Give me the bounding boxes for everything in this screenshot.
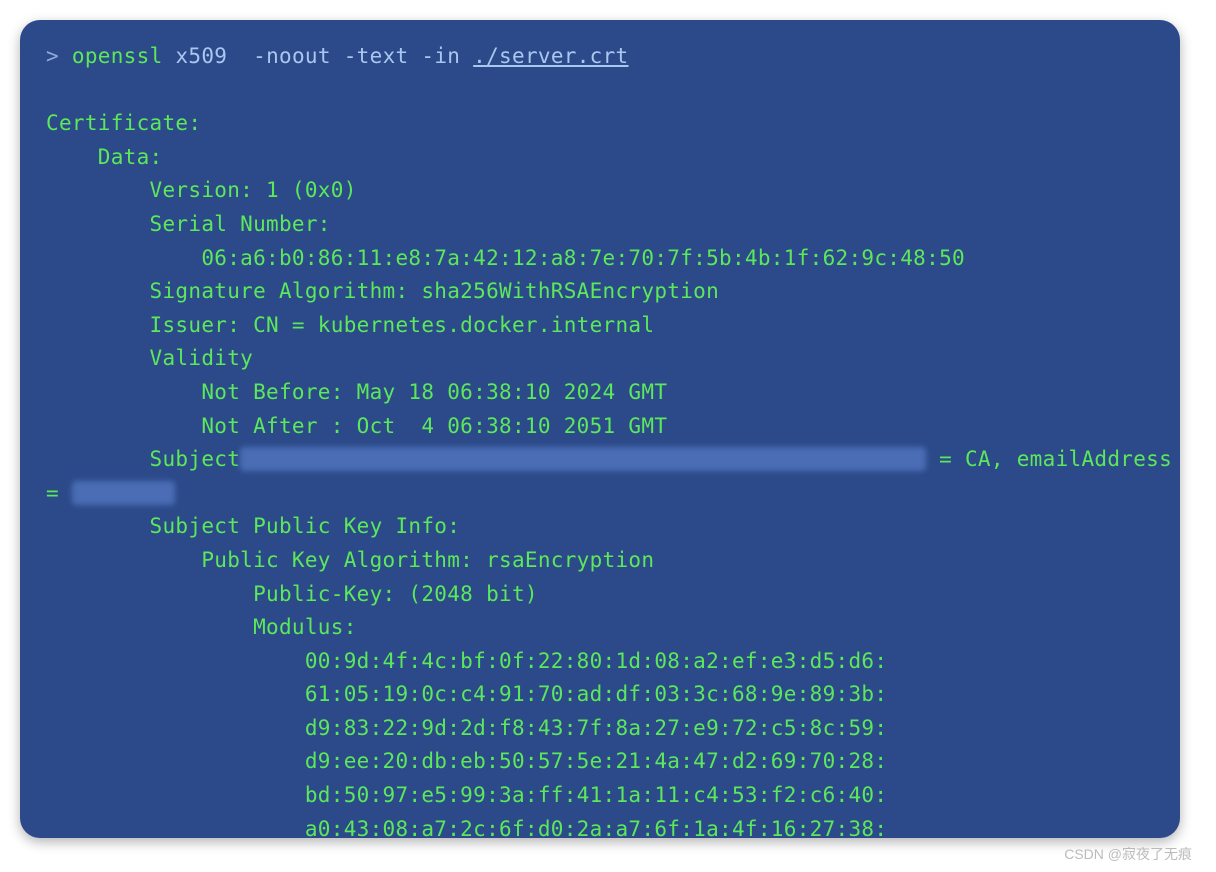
modulus-line: bd:50:97:e5:99:3a:ff:41:1a:11:c4:53:f2:c…: [46, 783, 887, 807]
validity-label: Validity: [46, 346, 253, 370]
version-line: Version: 1 (0x0): [46, 178, 357, 202]
signature-algorithm: Signature Algorithm: sha256WithRSAEncryp…: [46, 279, 719, 303]
subject-suffix: = CA, emailAddress: [926, 447, 1180, 471]
modulus-line: 61:05:19:0c:c4:91:70:ad:df:03:3c:68:9e:8…: [46, 682, 887, 706]
redacted-subject: xxxxxxxxxxxxxxxxxxxxxxxxxxxxxxxxxxxxxxxx…: [240, 447, 926, 471]
prompt-symbol: >: [46, 44, 59, 68]
pk-bits: Public-Key: (2048 bit): [46, 582, 538, 606]
not-before: Not Before: May 18 06:38:10 2024 GMT: [46, 380, 667, 404]
serial-label: Serial Number:: [46, 212, 331, 236]
terminal-window: > openssl x509 -noout -text -in ./server…: [20, 20, 1180, 838]
command-args: -noout -text -in: [227, 44, 473, 68]
cert-label: Certificate:: [46, 111, 201, 135]
pk-algorithm: Public Key Algorithm: rsaEncryption: [46, 548, 654, 572]
command: openssl: [72, 44, 163, 68]
modulus-line: d9:83:22:9d:2d:f8:43:7f:8a:27:e9:72:c5:8…: [46, 716, 887, 740]
spki-label: Subject Public Key Info:: [46, 514, 460, 538]
not-after: Not After : Oct 4 06:38:10 2051 GMT: [46, 414, 667, 438]
modulus-line: d9:ee:20:db:eb:50:57:5e:21:4a:47:d2:69:7…: [46, 749, 887, 773]
serial-value: 06:a6:b0:86:11:e8:7a:42:12:a8:7e:70:7f:5…: [46, 246, 965, 270]
data-label: Data:: [46, 145, 163, 169]
modulus-label: Modulus:: [46, 615, 357, 639]
subcommand: x509: [175, 44, 227, 68]
file-path: ./server.crt: [473, 44, 628, 68]
redacted-email: xxxxxxxx: [72, 481, 176, 505]
watermark: CSDN @寂夜了无痕: [1064, 844, 1192, 864]
modulus-line: a0:43:08:a7:2c:6f:d0:2a:a7:6f:1a:4f:16:2…: [46, 817, 887, 838]
terminal-content: > openssl x509 -noout -text -in ./server…: [46, 40, 1154, 838]
modulus-line: 00:9d:4f:4c:bf:0f:22:80:1d:08:a2:ef:e3:d…: [46, 649, 887, 673]
issuer-line: Issuer: CN = kubernetes.docker.internal: [46, 313, 654, 337]
subject-line2-prefix: =: [46, 481, 72, 505]
subject-prefix: Subject: [46, 447, 240, 471]
